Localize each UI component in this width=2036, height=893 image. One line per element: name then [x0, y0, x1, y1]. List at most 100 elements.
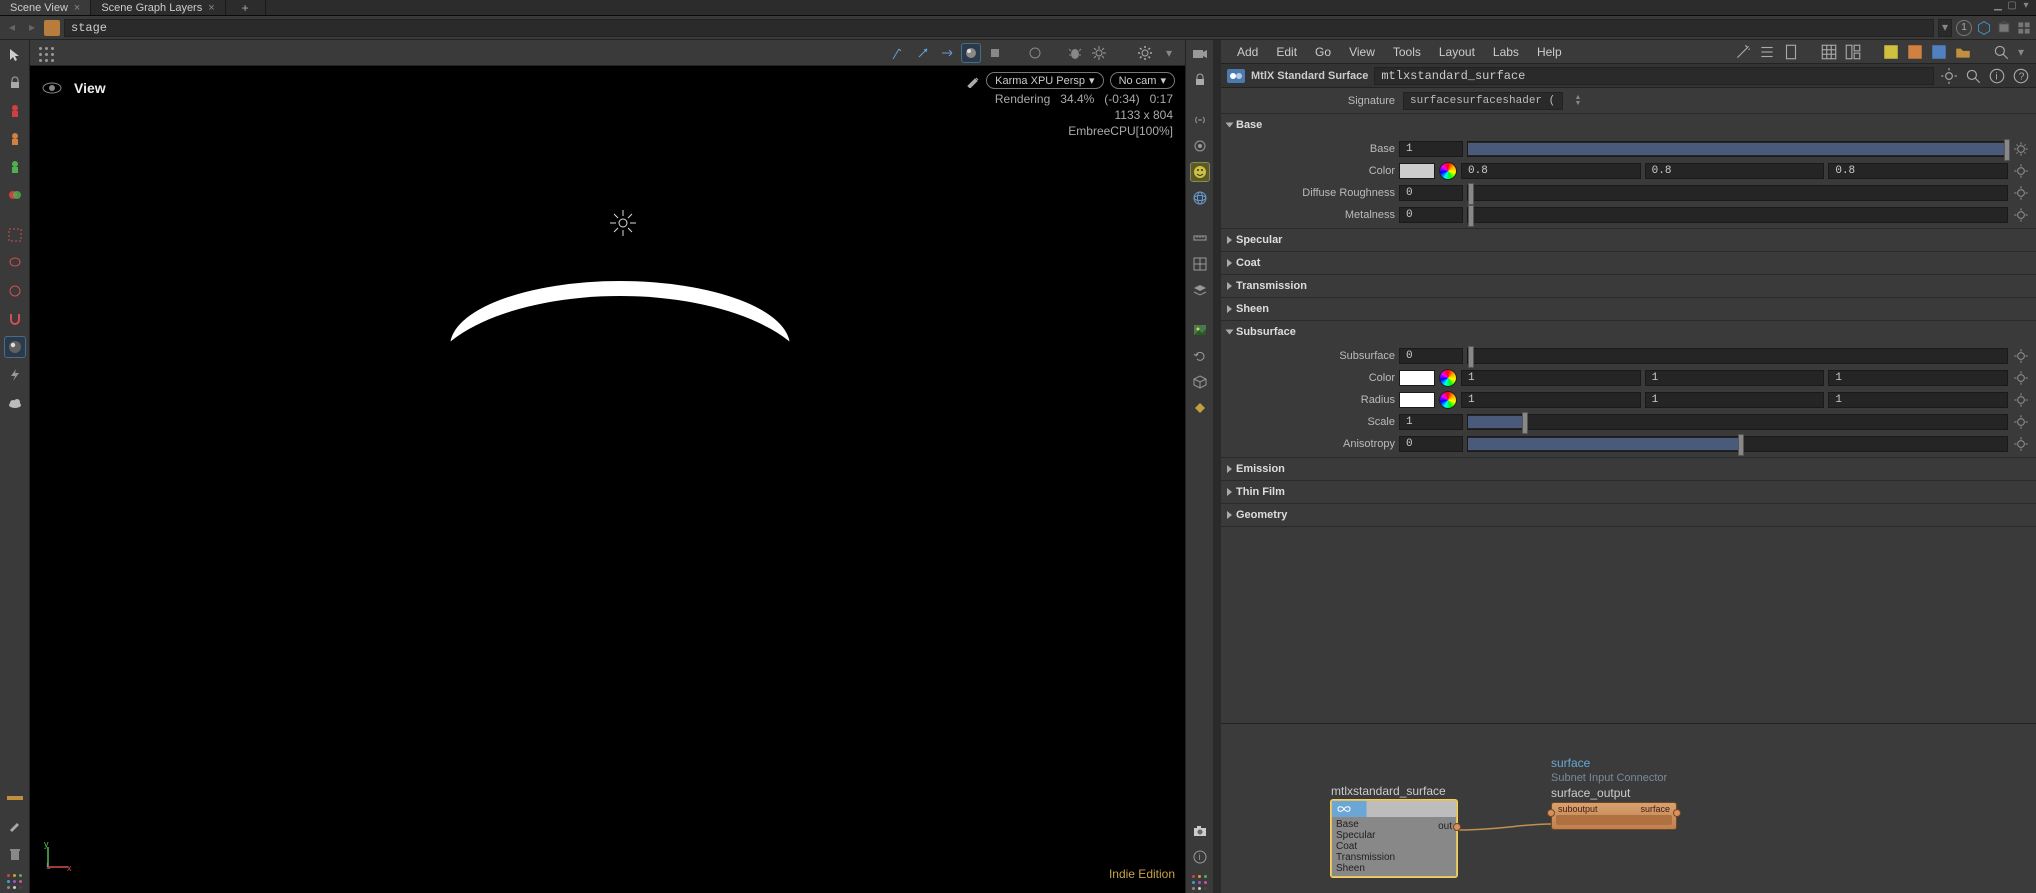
- section-header-coat[interactable]: Coat: [1221, 252, 2036, 274]
- bug-icon[interactable]: [1065, 43, 1085, 63]
- dropdown-icon[interactable]: ▾: [2020, 0, 2032, 10]
- eye-icon[interactable]: [40, 76, 64, 100]
- bolt-tool[interactable]: [4, 364, 26, 386]
- menu-tools[interactable]: Tools: [1385, 43, 1429, 61]
- magnet-tool[interactable]: [4, 308, 26, 330]
- section-header-sheen[interactable]: Sheen: [1221, 298, 2036, 320]
- menu-edit[interactable]: Edit: [1268, 43, 1305, 61]
- node-help-icon[interactable]: ?: [2012, 67, 2030, 85]
- select-tool[interactable]: [4, 44, 26, 66]
- color-swatch[interactable]: [1399, 392, 1435, 408]
- param-gear-icon[interactable]: [2012, 184, 2030, 202]
- section-header-subsurface[interactable]: Subsurface: [1221, 321, 2036, 343]
- shelf-icon[interactable]: [4, 787, 26, 809]
- section-header-emission[interactable]: Emission: [1221, 458, 2036, 480]
- multi-tool[interactable]: [4, 184, 26, 206]
- folder-icon[interactable]: [1954, 43, 1972, 61]
- wireframe-sphere-icon[interactable]: [1190, 188, 1210, 208]
- node-name-field[interactable]: [1374, 67, 1934, 85]
- square-icon[interactable]: [985, 43, 1005, 63]
- diffuse-roughness-field[interactable]: [1399, 185, 1463, 201]
- shader-mode-icon[interactable]: [961, 43, 981, 63]
- chevron-down-icon[interactable]: ▾: [1159, 43, 1179, 63]
- light-gizmo-icon[interactable]: [608, 208, 638, 238]
- stack-icon[interactable]: [1190, 280, 1210, 300]
- color-grid-icon[interactable]: [1190, 873, 1210, 893]
- menu-add[interactable]: Add: [1229, 43, 1266, 61]
- person-orange-tool[interactable]: [4, 128, 26, 150]
- note-orange-icon[interactable]: [1906, 43, 1924, 61]
- diffuse-roughness-slider[interactable]: [1467, 185, 2008, 201]
- node-gear-icon[interactable]: [1940, 67, 1958, 85]
- selection-box-tool[interactable]: [4, 224, 26, 246]
- circle-dot-icon[interactable]: [1190, 136, 1210, 156]
- color-swatch[interactable]: [1399, 370, 1435, 386]
- spreadsheet-icon[interactable]: [1820, 43, 1838, 61]
- param-gear-icon[interactable]: [2012, 391, 2030, 409]
- param-gear-icon[interactable]: [2012, 369, 2030, 387]
- search-icon[interactable]: [1992, 43, 2010, 61]
- sss-color-r-field[interactable]: [1461, 370, 1641, 386]
- color-swatch[interactable]: [1399, 163, 1435, 179]
- sss-radius-r-field[interactable]: [1461, 392, 1641, 408]
- wand-icon[interactable]: [1734, 43, 1752, 61]
- sss-scale-field[interactable]: [1399, 414, 1463, 430]
- cloud-tool[interactable]: [4, 392, 26, 414]
- layout-icon[interactable]: [1844, 43, 1862, 61]
- subsurface-slider[interactable]: [1467, 348, 2008, 364]
- sss-radius-g-field[interactable]: [1645, 392, 1825, 408]
- ruler-icon[interactable]: [1190, 228, 1210, 248]
- menu-labs[interactable]: Labs: [1485, 43, 1527, 61]
- cube-icon[interactable]: [1190, 372, 1210, 392]
- chevron-down-icon[interactable]: ▾: [2014, 45, 2028, 59]
- lasso-tool[interactable]: [4, 252, 26, 274]
- nav-back-button[interactable]: ◂: [4, 20, 20, 36]
- menu-help[interactable]: Help: [1529, 43, 1570, 61]
- graph-node-mtlx[interactable]: mtlxstandard_surface Base Specular Coat …: [1331, 784, 1457, 877]
- metalness-field[interactable]: [1399, 207, 1463, 223]
- person-green-tool[interactable]: [4, 156, 26, 178]
- handle-axis-x-icon[interactable]: [889, 43, 909, 63]
- palette-icon[interactable]: [4, 871, 26, 893]
- section-header-specular[interactable]: Specular: [1221, 229, 2036, 251]
- edit-shelf-icon[interactable]: [4, 815, 26, 837]
- viewport-gear-icon[interactable]: [1135, 43, 1155, 63]
- param-gear-icon[interactable]: [2012, 347, 2030, 365]
- pane-divider[interactable]: [1213, 40, 1221, 893]
- snapshot-camera-icon[interactable]: [1190, 821, 1210, 841]
- person-red-tool[interactable]: [4, 100, 26, 122]
- pencil-icon[interactable]: [966, 74, 980, 88]
- path-field[interactable]: [64, 19, 1934, 37]
- handle-axis-z-icon[interactable]: [937, 43, 957, 63]
- section-header-thinfilm[interactable]: Thin Film: [1221, 481, 2036, 503]
- close-icon[interactable]: ×: [208, 2, 214, 14]
- sss-radius-b-field[interactable]: [1828, 392, 2008, 408]
- tab-scene-graph-layers[interactable]: Scene Graph Layers ×: [91, 0, 225, 15]
- handle-axis-y-icon[interactable]: [913, 43, 933, 63]
- section-header-geometry[interactable]: Geometry: [1221, 504, 2036, 526]
- snapshot-icon[interactable]: [1976, 20, 1992, 36]
- sss-color-b-field[interactable]: [1828, 370, 2008, 386]
- maximize-icon[interactable]: ▢: [2006, 0, 2018, 10]
- color-r-field[interactable]: [1461, 163, 1641, 179]
- metalness-slider[interactable]: [1467, 207, 2008, 223]
- param-gear-icon[interactable]: [2012, 206, 2030, 224]
- path-dropdown[interactable]: ▾: [1938, 19, 1952, 37]
- subsurface-field[interactable]: [1399, 348, 1463, 364]
- circle-outline-icon[interactable]: [1025, 43, 1045, 63]
- axis-gizmo[interactable]: y x └: [42, 841, 74, 873]
- info-icon[interactable]: i: [1190, 847, 1210, 867]
- color-b-field[interactable]: [1828, 163, 2008, 179]
- menu-view[interactable]: View: [1341, 43, 1383, 61]
- input-port[interactable]: [1547, 809, 1555, 817]
- colorwheel-icon[interactable]: [1439, 369, 1457, 387]
- node-graph[interactable]: mtlxstandard_surface Base Specular Coat …: [1221, 723, 2036, 893]
- signature-field[interactable]: [1403, 92, 1563, 110]
- section-header-transmission[interactable]: Transmission: [1221, 275, 2036, 297]
- list-icon[interactable]: [1758, 43, 1776, 61]
- context-icon[interactable]: [44, 20, 60, 36]
- grid-icon[interactable]: [2016, 20, 2032, 36]
- node-search-icon[interactable]: [1964, 67, 1982, 85]
- add-tab[interactable]: +: [226, 0, 266, 15]
- sss-anisotropy-slider[interactable]: [1467, 436, 2008, 452]
